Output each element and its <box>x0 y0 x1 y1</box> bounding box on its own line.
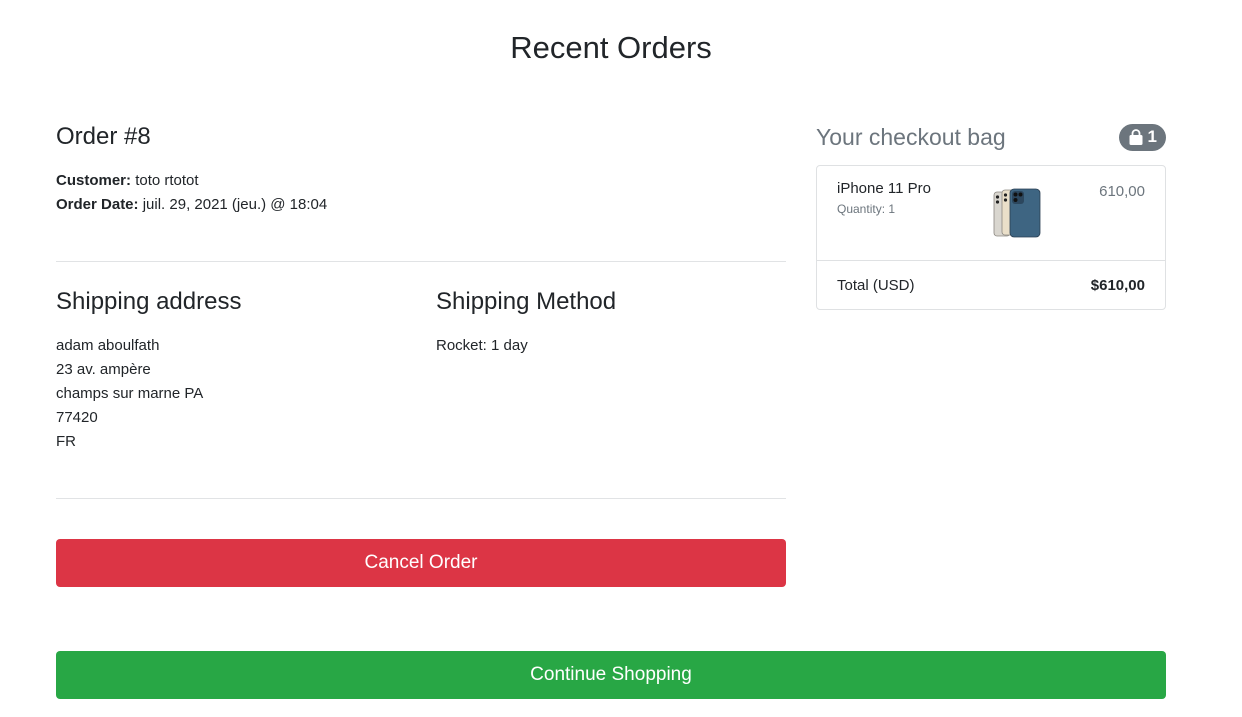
bag-count-badge: 1 <box>1118 123 1166 151</box>
shipping-address-lines: adam aboulfath 23 av. ampère champs sur … <box>56 334 416 454</box>
checkout-bag-list: iPhone 11 Pro Quantity: 1 610,00 Total (… <box>816 165 1166 310</box>
shipping-address-section: Shipping address adam aboulfath 23 av. a… <box>56 286 416 454</box>
page-title: Recent Orders <box>510 30 712 65</box>
order-title: Order #8 <box>56 123 151 150</box>
item-price: 610,00 <box>1099 183 1145 200</box>
shipping-address-title: Shipping address <box>56 288 242 315</box>
cancel-order-button[interactable]: Cancel Order <box>56 539 786 587</box>
customer-row: Customer: toto rtotot <box>56 169 786 193</box>
checkout-bag-header: Your checkout bag 1 <box>816 121 1166 153</box>
address-line: adam aboulfath <box>56 337 160 354</box>
item-quantity: Quantity: 1 <box>837 202 896 216</box>
phone-image <box>993 188 1041 243</box>
continue-shopping-button[interactable]: Continue Shopping <box>56 651 1166 699</box>
item-name: iPhone 11 Pro <box>837 180 931 197</box>
customer-value: toto rtotot <box>135 172 199 189</box>
shipping-method-section: Shipping Method Rocket: 1 day <box>436 286 786 358</box>
shipping-method-title: Shipping Method <box>436 288 617 315</box>
bag-total-row: Total (USD) $610,00 <box>817 261 1165 309</box>
checkout-bag-title: Your checkout bag <box>816 123 1006 150</box>
order-summary: Order #8 Customer: toto rtotot Order Dat… <box>56 121 786 217</box>
shopping-bag-icon <box>1128 128 1144 146</box>
address-line: 23 av. ampère <box>56 361 151 378</box>
address-line: 77420 <box>56 409 98 426</box>
list-item: iPhone 11 Pro Quantity: 1 610,00 <box>817 166 1165 261</box>
order-date-value: juil. 29, 2021 (jeu.) @ 18:04 <box>142 196 328 213</box>
order-meta: Customer: toto rtotot Order Date: juil. … <box>56 169 786 217</box>
address-line: FR <box>56 433 76 450</box>
bag-count: 1 <box>1147 127 1157 146</box>
customer-label: Customer: <box>56 172 132 189</box>
address-line: champs sur marne PA <box>56 385 204 402</box>
total-label: Total (USD) <box>837 277 915 294</box>
shipping-method-value: Rocket: 1 day <box>436 337 528 354</box>
order-date-label: Order Date: <box>56 196 139 213</box>
divider <box>56 498 786 499</box>
total-value: $610,00 <box>1090 277 1145 294</box>
order-date-row: Order Date: juil. 29, 2021 (jeu.) @ 18:0… <box>56 193 786 217</box>
divider <box>56 261 786 262</box>
